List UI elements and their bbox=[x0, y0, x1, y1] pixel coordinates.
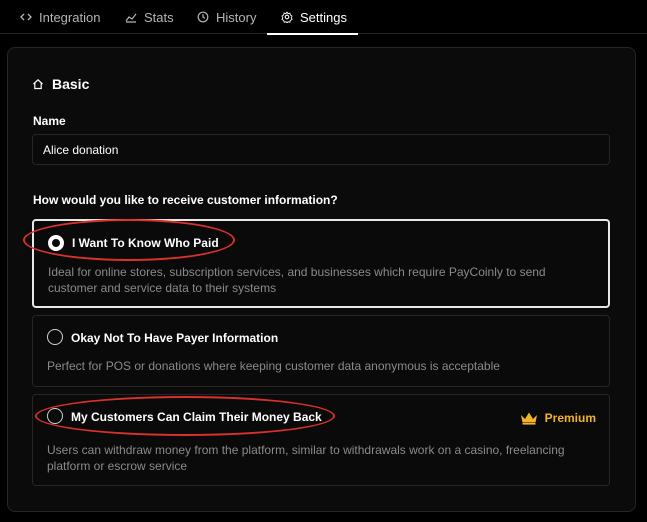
gear-icon bbox=[281, 11, 293, 23]
option-title: I Want To Know Who Paid bbox=[72, 236, 219, 250]
option-description: Users can withdraw money from the platfo… bbox=[47, 443, 565, 473]
tab-history[interactable]: History bbox=[197, 0, 256, 34]
tab-label: History bbox=[216, 9, 257, 25]
crown-icon bbox=[519, 411, 539, 425]
customer-info-question: How would you like to receive customer i… bbox=[33, 193, 338, 207]
tab-label: Integration bbox=[39, 9, 101, 25]
settings-panel: Basic Name How would you like to receive… bbox=[7, 47, 636, 512]
option-claim-money-back[interactable]: My Customers Can Claim Their Money Back … bbox=[32, 394, 610, 486]
option-description: Perfect for POS or donations where keepi… bbox=[47, 359, 500, 373]
name-input[interactable] bbox=[32, 134, 610, 165]
premium-badge: Premium bbox=[519, 411, 596, 425]
section-header: Basic bbox=[32, 76, 89, 92]
option-know-who-paid[interactable]: I Want To Know Who Paid Ideal for online… bbox=[32, 219, 610, 308]
radio-button-checked[interactable] bbox=[48, 235, 64, 251]
home-icon bbox=[32, 78, 44, 90]
name-label: Name bbox=[33, 114, 66, 128]
code-icon bbox=[20, 11, 32, 23]
premium-label: Premium bbox=[544, 411, 596, 425]
radio-button[interactable] bbox=[47, 329, 63, 345]
radio-button[interactable] bbox=[47, 408, 63, 424]
chart-line-icon bbox=[125, 11, 137, 23]
tab-stats[interactable]: Stats bbox=[125, 0, 174, 34]
option-description: Ideal for online stores, subscription se… bbox=[48, 265, 546, 295]
option-title: Okay Not To Have Payer Information bbox=[71, 331, 279, 345]
tab-label: Stats bbox=[144, 9, 174, 25]
option-no-payer-info[interactable]: Okay Not To Have Payer Information Perfe… bbox=[32, 315, 610, 387]
tab-settings[interactable]: Settings bbox=[267, 0, 358, 35]
tab-label: Settings bbox=[300, 9, 347, 25]
section-title: Basic bbox=[52, 76, 90, 92]
history-icon bbox=[197, 11, 209, 23]
tab-integration[interactable]: Integration bbox=[20, 0, 100, 34]
option-title: My Customers Can Claim Their Money Back bbox=[71, 410, 322, 424]
tab-bar: Integration Stats History Settings bbox=[0, 0, 647, 35]
